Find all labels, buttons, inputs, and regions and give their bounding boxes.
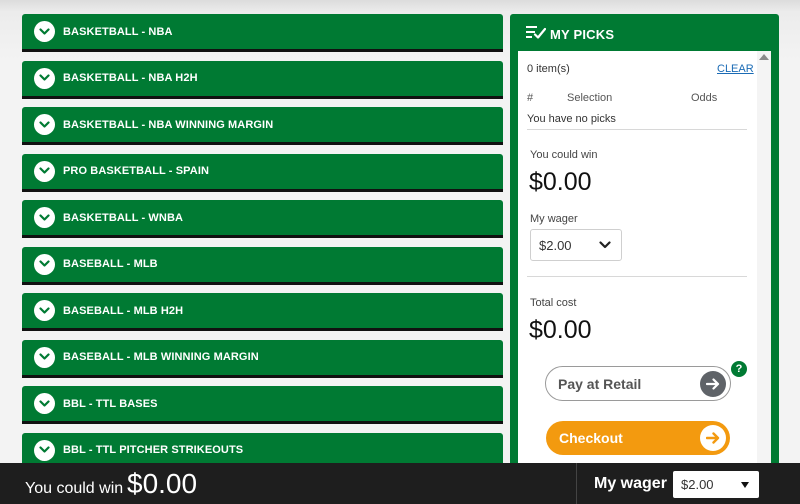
sport-row-baseball-mlb[interactable]: BASEBALL - MLB <box>22 246 503 285</box>
sport-row-basketball-wnba[interactable]: BASKETBALL - WNBA <box>22 200 503 238</box>
wager-label: My wager <box>530 213 578 225</box>
my-picks-panel: MY PICKS 0 item(s) CLEAR # Selection Odd… <box>510 14 779 474</box>
total-cost-value: $0.00 <box>529 316 592 344</box>
chevron-down-icon <box>34 393 55 414</box>
my-picks-header: MY PICKS <box>526 25 614 43</box>
sport-row-baseball-mlb-winning-margin[interactable]: BASEBALL - MLB WINNING MARGIN <box>22 339 503 378</box>
column-header-selection: Selection <box>567 92 613 104</box>
bar-wager-label: My wager <box>594 475 667 492</box>
chevron-down-icon <box>34 67 55 89</box>
sport-row-label: BASEBALL - MLB H2H <box>63 304 184 317</box>
sport-row-pro-basketball-spain[interactable]: PRO BASKETBALL - SPAIN <box>22 153 503 192</box>
sport-row-bbl-ttl-bases[interactable]: BBL - TTL BASES <box>22 386 503 424</box>
clear-link[interactable]: CLEAR <box>717 63 754 75</box>
chevron-down-icon <box>34 253 55 275</box>
chevron-down-icon <box>34 439 55 461</box>
empty-picks-message: You have no picks <box>527 113 616 125</box>
column-header-odds: Odds <box>691 92 718 104</box>
pay-at-retail-button[interactable]: Pay at Retail <box>545 366 731 401</box>
bar-wager-select-value: $2.00 <box>681 477 714 492</box>
total-cost-label: Total cost <box>530 297 577 309</box>
items-count: 0 item(s) <box>527 63 570 75</box>
sport-row-label: BBL - TTL BASES <box>63 397 158 410</box>
chevron-down-icon <box>599 241 611 249</box>
picks-list-icon <box>526 25 547 44</box>
chevron-down-icon <box>34 300 55 321</box>
could-win-value: $0.00 <box>529 168 592 196</box>
column-header-number: # <box>527 92 534 104</box>
divider <box>527 276 747 277</box>
divider <box>527 129 747 130</box>
chevron-down-icon <box>34 114 55 135</box>
chevron-down-icon <box>34 346 55 368</box>
sport-row-label: BASKETBALL - WNBA <box>63 211 184 224</box>
scrollbar[interactable] <box>757 51 771 474</box>
sport-row-basketball-nba[interactable]: BASKETBALL - NBA <box>22 14 503 52</box>
arrow-right-icon <box>700 425 726 451</box>
sport-row-label: BBL - TTL PITCHER STRIKEOUTS <box>63 444 244 456</box>
chevron-down-icon <box>34 21 55 42</box>
checkout-label: Checkout <box>559 430 623 446</box>
bar-could-win-value: $0.00 <box>127 468 198 499</box>
sport-row-baseball-mlb-h2h[interactable]: BASEBALL - MLB H2H <box>22 293 503 331</box>
sport-row-label: BASEBALL - MLB <box>63 258 158 270</box>
checkout-button[interactable]: Checkout <box>546 421 730 455</box>
chevron-down-icon <box>34 207 55 228</box>
wager-select-value: $2.00 <box>539 237 572 253</box>
my-picks-body: 0 item(s) CLEAR # Selection Odds You hav… <box>518 51 771 474</box>
my-picks-title: MY PICKS <box>550 26 615 42</box>
scroll-up-icon[interactable] <box>759 54 769 60</box>
sport-row-basketball-nba-winning-margin[interactable]: BASKETBALL - NBA WINNING MARGIN <box>22 107 503 145</box>
sport-row-label: BASEBALL - MLB WINNING MARGIN <box>63 351 259 363</box>
chevron-down-icon <box>34 160 55 182</box>
sport-row-basketball-nba-h2h[interactable]: BASKETBALL - NBA H2H <box>22 60 503 99</box>
sport-row-label: BASKETBALL - NBA <box>63 25 173 38</box>
help-icon[interactable]: ? <box>731 361 747 377</box>
sport-row-label: BASKETBALL - NBA H2H <box>63 72 198 84</box>
divider <box>576 463 577 504</box>
bottom-summary-bar: You could win $0.00 My wager $2.00 <box>0 463 800 504</box>
wager-select[interactable]: $2.00 <box>530 229 622 261</box>
caret-down-icon <box>741 481 749 488</box>
could-win-label: You could win <box>530 149 598 161</box>
sport-row-label: PRO BASKETBALL - SPAIN <box>63 165 210 177</box>
bar-could-win-label: You could win <box>25 480 124 497</box>
bar-wager-select[interactable]: $2.00 <box>673 471 759 498</box>
sport-row-label: BASKETBALL - NBA WINNING MARGIN <box>63 118 274 131</box>
pay-at-retail-label: Pay at Retail <box>558 375 642 392</box>
arrow-right-icon <box>700 370 726 397</box>
